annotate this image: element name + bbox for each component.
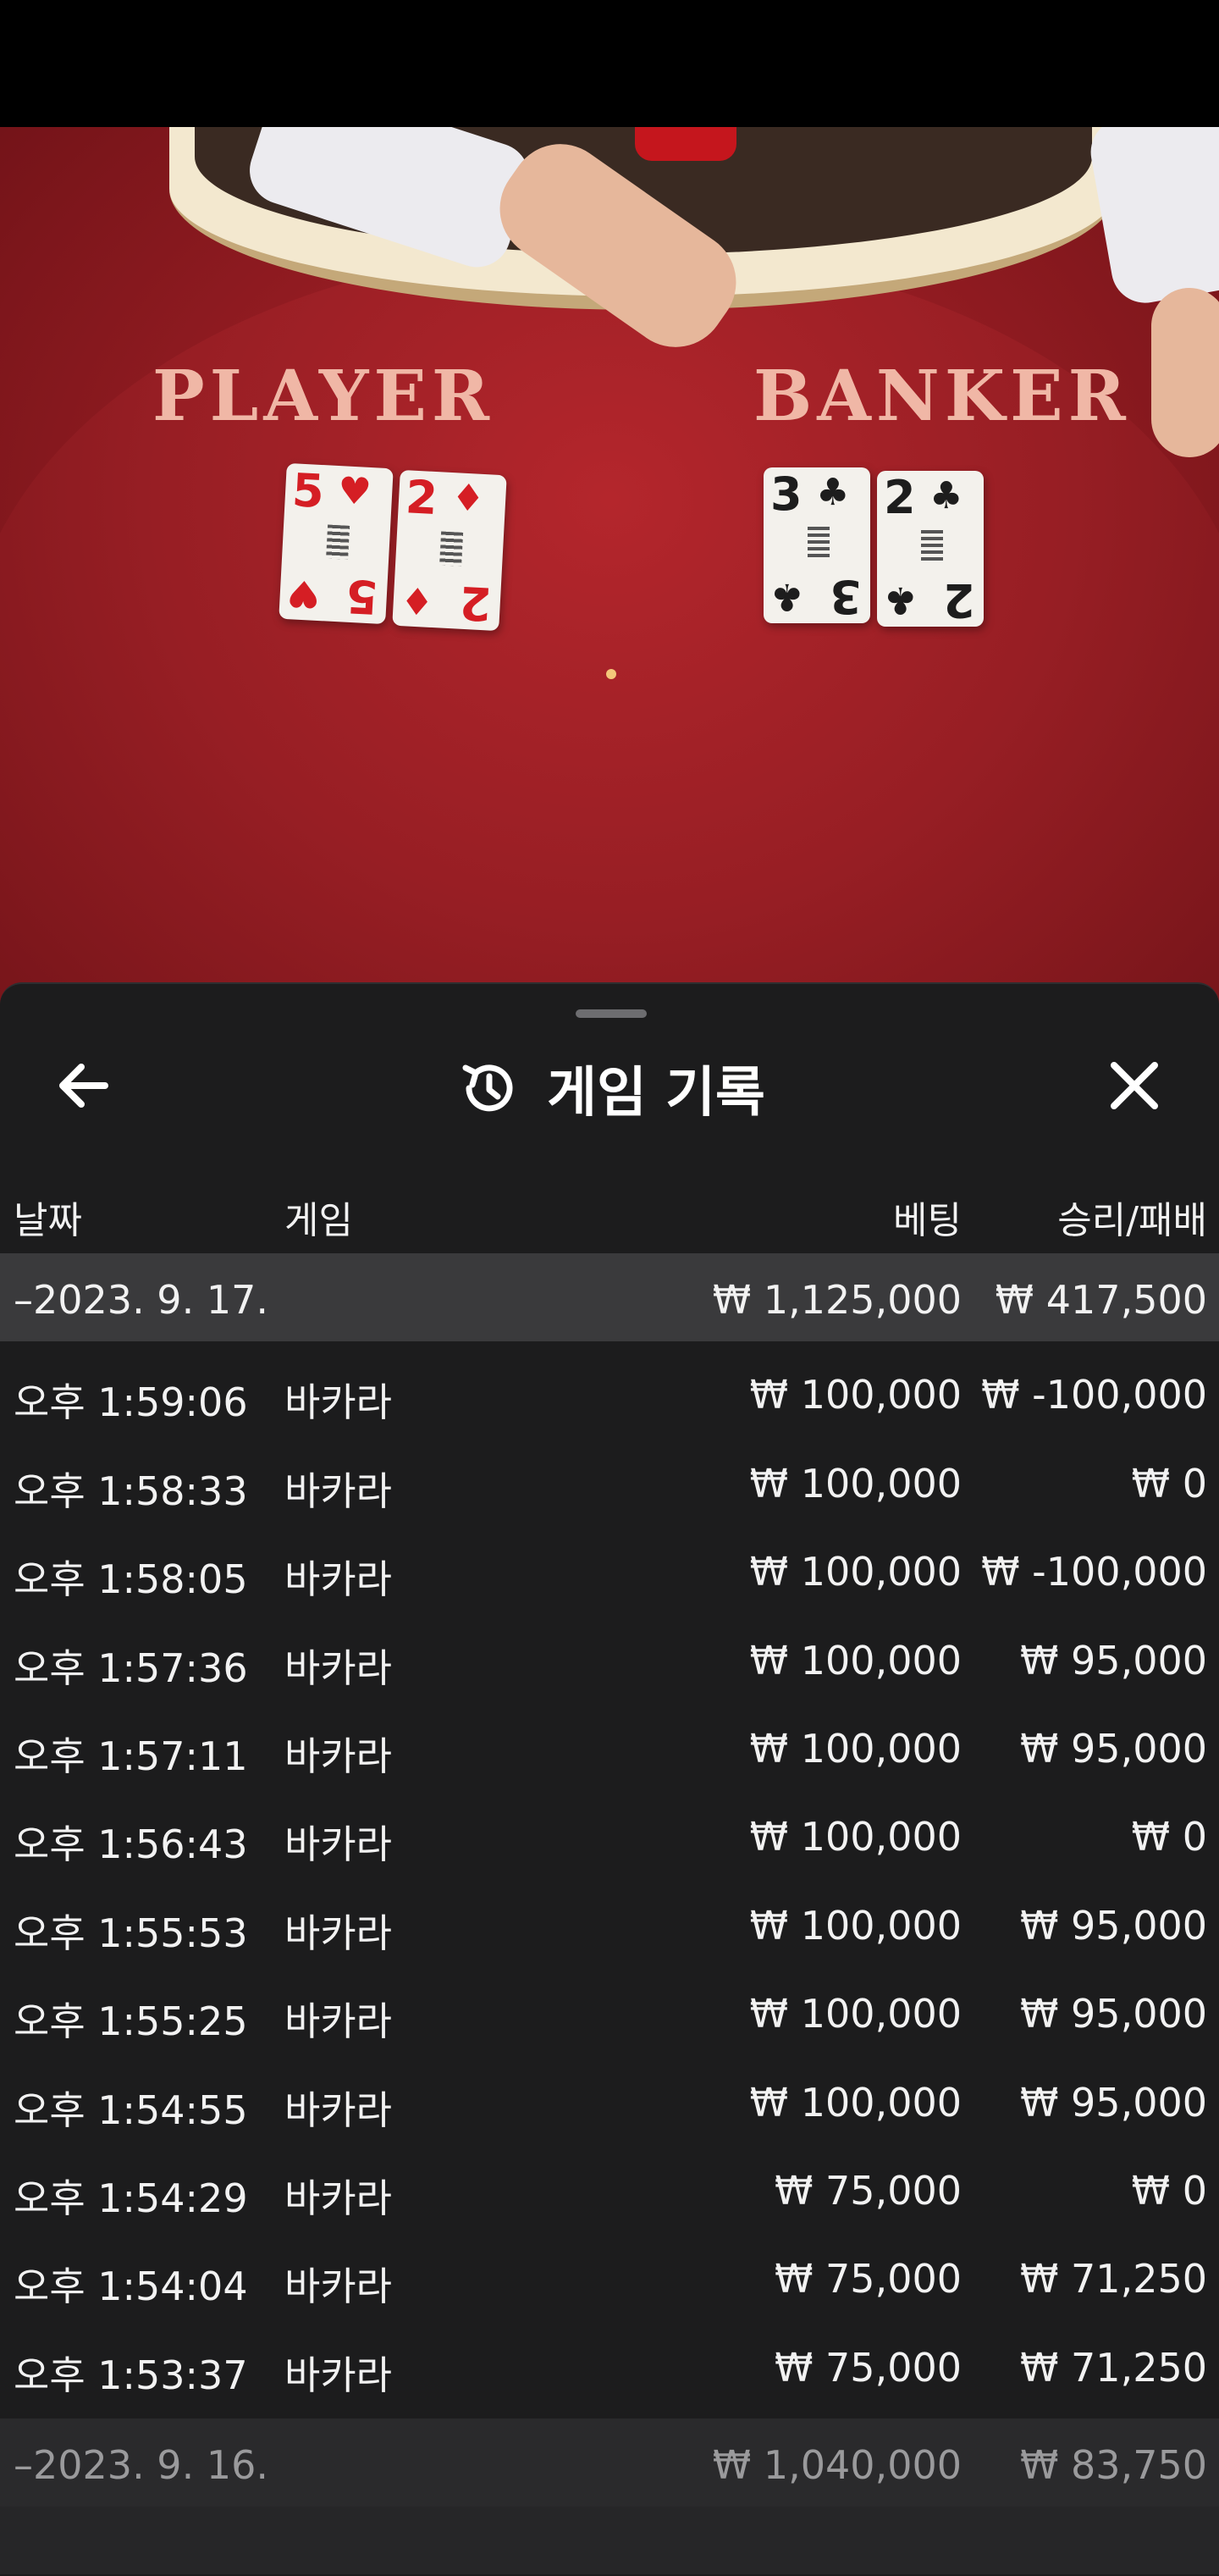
row-game: 바카라 (284, 2352, 392, 2398)
row-bet: ₩ 100,000 (749, 1814, 962, 1860)
row-time: 오후 1:58:05 (14, 1556, 248, 1602)
column-date: 날짜 (14, 1199, 82, 1242)
history-row[interactable]: 오후 1:58:33 바카라 ₩ 100,000 ₩ 0 (0, 1437, 1219, 1525)
row-time: 오후 1:55:25 (14, 1998, 248, 2044)
row-result: ₩ -100,000 (981, 1549, 1207, 1595)
history-row[interactable]: 오후 1:54:55 바카라 ₩ 100,000 ₩ 95,000 (0, 2056, 1219, 2144)
player-area-label: PLAYER (152, 356, 495, 437)
row-result: ₩ -100,000 (981, 1372, 1207, 1418)
day-result-total: ₩ 417,500 (995, 1277, 1207, 1323)
row-bet: ₩ 100,000 (749, 2080, 962, 2125)
day-date: –2023. 9. 16. (14, 2442, 268, 2488)
row-time: 오후 1:54:29 (14, 2175, 248, 2221)
row-game: 바카라 (284, 1468, 392, 1514)
row-result: ₩ 71,250 (1019, 2345, 1207, 2391)
history-row[interactable]: 오후 1:56:43 바카라 ₩ 100,000 ₩ 0 (0, 1790, 1219, 1878)
row-time: 오후 1:59:06 (14, 1379, 248, 1425)
day-bet-total: ₩ 1,125,000 (712, 1277, 962, 1323)
row-game: 바카라 (284, 1910, 392, 1956)
row-result: ₩ 0 (1131, 2168, 1207, 2214)
player-card: 5 ♥ ♥ 5 (279, 462, 394, 625)
history-row[interactable]: 오후 1:55:25 바카라 ₩ 100,000 ₩ 95,000 (0, 1967, 1219, 2055)
row-result: ₩ 95,000 (1019, 2080, 1207, 2125)
row-game: 바카라 (284, 1998, 392, 2044)
row-bet: ₩ 100,000 (749, 1638, 962, 1683)
row-result: ₩ 95,000 (1019, 1638, 1207, 1683)
row-game: 바카라 (284, 1821, 392, 1867)
row-result: ₩ 0 (1131, 1461, 1207, 1506)
column-result: 승리/패배 (1057, 1199, 1207, 1242)
row-time: 오후 1:53:37 (14, 2352, 248, 2398)
history-row[interactable]: 오후 1:59:06 바카라 ₩ 100,000 ₩ -100,000 (0, 1348, 1219, 1436)
row-result: ₩ 71,250 (1019, 2256, 1207, 2302)
row-bet: ₩ 100,000 (749, 1372, 962, 1418)
close-button[interactable] (1100, 1052, 1168, 1119)
row-time: 오후 1:56:43 (14, 1821, 248, 1867)
day-date: –2023. 9. 17. (14, 1277, 268, 1323)
live-video: PLAYER BANKER 5 ♥ ♥ 5 2 ♦ ♦ 2 3 ♣ ♣ 3 2 ♣ ♣ 2 (0, 127, 1219, 1025)
row-time: 오후 1:54:04 (14, 2264, 248, 2309)
row-bet: ₩ 100,000 (749, 1991, 962, 2037)
row-game: 바카라 (284, 2175, 392, 2221)
row-time: 오후 1:54:55 (14, 2087, 248, 2133)
history-row[interactable]: 오후 1:58:05 바카라 ₩ 100,000 ₩ -100,000 (0, 1525, 1219, 1613)
row-result: ₩ 0 (1131, 1814, 1207, 1860)
row-result: ₩ 95,000 (1019, 1726, 1207, 1772)
day-summary-row[interactable]: –2023. 9. 17. ₩ 1,125,000 ₩ 417,500 (0, 1253, 1219, 1341)
row-time: 오후 1:57:36 (14, 1645, 248, 1691)
drag-handle[interactable] (576, 1009, 647, 1018)
row-game: 바카라 (284, 1556, 392, 1602)
day-summary-row[interactable]: –2023. 9. 16. ₩ 1,040,000 ₩ 83,750 (0, 2418, 1219, 2507)
history-icon (462, 1064, 513, 1112)
row-bet: ₩ 100,000 (749, 1549, 962, 1595)
history-row[interactable]: 오후 1:57:11 바카라 ₩ 100,000 ₩ 95,000 (0, 1702, 1219, 1790)
row-game: 바카라 (284, 2264, 392, 2309)
banker-area-label: BANKER (753, 356, 1131, 437)
row-time: 오후 1:58:33 (14, 1468, 248, 1514)
banker-card: 2 ♣ ♣ 2 (877, 471, 984, 627)
row-bet: ₩ 100,000 (749, 1726, 962, 1772)
row-bet: ₩ 75,000 (774, 2168, 962, 2214)
dealer-right-arm (1085, 127, 1219, 308)
day-bet-total: ₩ 1,040,000 (712, 2442, 962, 2488)
row-game: 바카라 (284, 2087, 392, 2133)
row-game: 바카라 (284, 1379, 392, 1425)
status-bar (0, 0, 1219, 127)
row-bet: ₩ 75,000 (774, 2345, 962, 2391)
history-row[interactable]: 오후 1:57:36 바카라 ₩ 100,000 ₩ 95,000 (0, 1614, 1219, 1702)
row-result: ₩ 95,000 (1019, 1903, 1207, 1949)
row-game: 바카라 (284, 1733, 392, 1779)
row-time: 오후 1:57:11 (14, 1733, 248, 1779)
row-bet: ₩ 100,000 (749, 1461, 962, 1506)
row-bet: ₩ 100,000 (749, 1903, 962, 1949)
panel-header: 게임 기록 (0, 1050, 1219, 1126)
row-game: 바카라 (284, 1645, 392, 1691)
panel-title: 게임 기록 (547, 1062, 765, 1125)
history-row[interactable]: 오후 1:53:37 바카라 ₩ 75,000 ₩ 71,250 (0, 2321, 1219, 2409)
column-game: 게임 (284, 1199, 353, 1242)
close-icon (1111, 1062, 1158, 1109)
banker-card: 3 ♣ ♣ 3 (764, 467, 870, 623)
row-bet: ₩ 75,000 (774, 2256, 962, 2302)
dealer-right-hand (1151, 288, 1219, 457)
table-header: 날짜 게임 베팅 승리/패배 (0, 1175, 1219, 1251)
player-card: 2 ♦ ♦ 2 (392, 469, 507, 632)
history-row[interactable]: 오후 1:54:29 바카라 ₩ 75,000 ₩ 0 (0, 2144, 1219, 2232)
row-time: 오후 1:55:53 (14, 1910, 248, 1956)
column-bet: 베팅 (893, 1199, 962, 1242)
history-row[interactable]: 오후 1:54:04 바카라 ₩ 75,000 ₩ 71,250 (0, 2232, 1219, 2320)
history-row[interactable]: 오후 1:55:53 바카라 ₩ 100,000 ₩ 95,000 (0, 1879, 1219, 1967)
table-dot (606, 669, 616, 679)
day-result-total: ₩ 83,750 (1019, 2442, 1207, 2488)
row-result: ₩ 95,000 (1019, 1991, 1207, 2037)
